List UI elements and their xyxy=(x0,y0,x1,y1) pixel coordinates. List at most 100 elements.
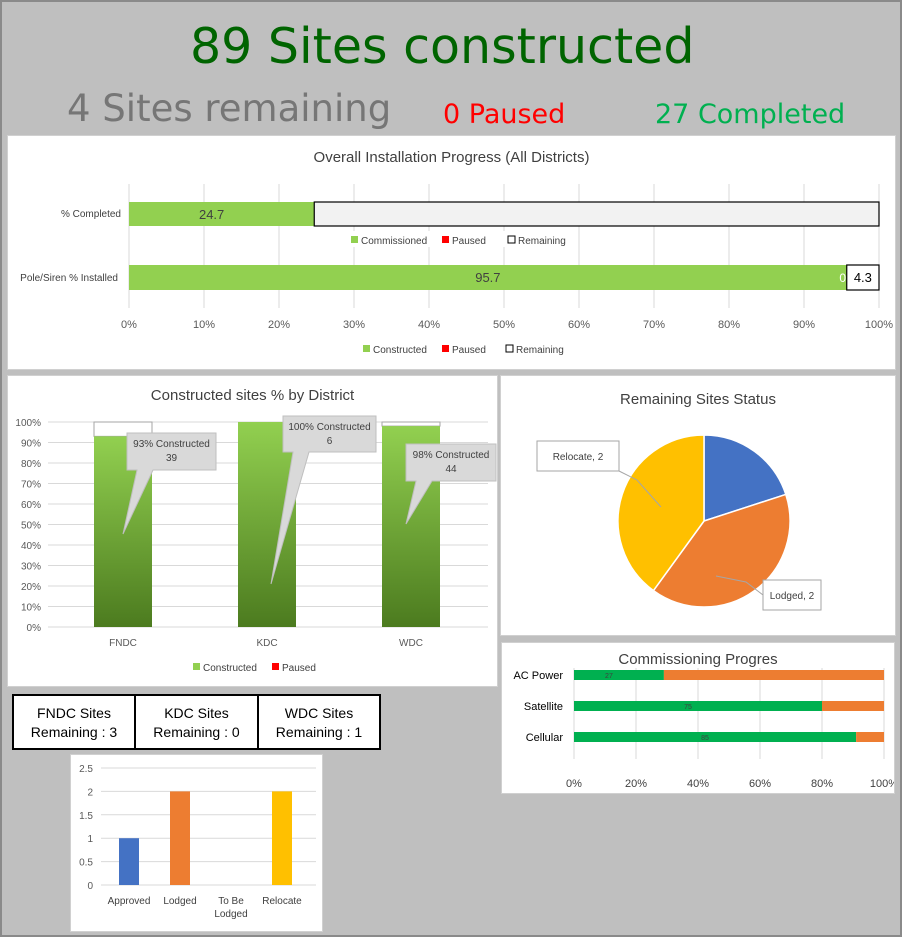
district-chart-title: Constructed sites % by District xyxy=(151,387,355,404)
remaining-status-panel: Remaining Sites Status Relocate, 2 Lodged,… xyxy=(500,375,896,636)
district-y-tick: 20% xyxy=(21,582,41,593)
district-y-tick: 70% xyxy=(21,480,41,491)
remaining-status-pie: Remaining Sites Status Relocate, 2 Lodged,… xyxy=(536,391,822,611)
installed-row-label: Pole/Siren % Installed xyxy=(20,273,118,284)
overall-chart-title: Overall Installation Progress (All Distr… xyxy=(314,149,590,166)
fndc-remaining: Remaining : 3 xyxy=(30,724,118,740)
district-callout-count: 44 xyxy=(445,464,457,475)
district-legend-paused-swatch xyxy=(272,663,279,670)
district-callout-label: 100% Constructed xyxy=(288,422,370,433)
overall-x-tick: 80% xyxy=(718,319,740,331)
overall-x-tick: 0% xyxy=(121,319,137,331)
constructed-label: 95.7 xyxy=(475,270,500,285)
district-remaining-outline xyxy=(381,421,441,427)
commissioning-remaining-bar xyxy=(663,670,884,680)
commissioning-remaining-bar xyxy=(856,732,884,742)
legend-commissioned-label: Commissioned xyxy=(361,236,427,247)
fndc-label: FNDC Sites xyxy=(37,705,111,721)
sites-remaining-heading: 4 Sites remaining xyxy=(67,87,392,130)
status-x-label: To Be xyxy=(218,896,244,907)
district-y-tick: 40% xyxy=(21,541,41,552)
district-legend-constructed-swatch xyxy=(193,663,200,670)
district-legend-constructed-label: Constructed xyxy=(203,663,257,674)
district-x-label: KDC xyxy=(256,638,277,649)
legend2-paused-swatch xyxy=(442,345,449,352)
district-y-tick: 50% xyxy=(21,521,41,532)
status-bar-approved xyxy=(119,838,139,885)
legend2-constructed-swatch xyxy=(363,345,370,352)
overall-x-tick: 30% xyxy=(343,319,365,331)
commissioning-x-tick: 80% xyxy=(811,778,833,790)
district-y-tick: 10% xyxy=(21,603,41,614)
commissioning-done-bar xyxy=(574,670,664,680)
legend2-paused-label: Paused xyxy=(452,345,486,356)
status-y-tick: 1 xyxy=(87,834,93,845)
status-bar-chart: 0 0.5 1 1.5 2 2.5 Approved Lodged To Be Lodged Rel… xyxy=(79,764,316,920)
status-x-label: Lodged xyxy=(163,896,196,907)
status-bar-panel: 0 0.5 1 1.5 2 2.5 Approved Lodged To Be Lodged Rel… xyxy=(70,754,323,932)
overall-x-tick: 40% xyxy=(418,319,440,331)
district-y-tick: 30% xyxy=(21,562,41,573)
legend-paused-swatch xyxy=(442,236,449,243)
commissioning-data-label: 27 xyxy=(605,673,613,680)
legend2-remaining-label: Remaining xyxy=(516,345,564,356)
district-callout-count: 39 xyxy=(166,453,178,464)
lodged-callout-label: Lodged, 2 xyxy=(770,591,815,602)
wdc-remaining-box: WDC Sites Remaining : 1 xyxy=(257,694,381,750)
kdc-label: KDC Sites xyxy=(164,705,229,721)
status-y-tick: 2 xyxy=(87,787,93,798)
legend-remaining-label: Remaining xyxy=(518,236,566,247)
commissioning-x-tick: 100% xyxy=(870,778,894,790)
kdc-remaining-box: KDC Sites Remaining : 0 xyxy=(134,694,259,750)
commissioning-done-bar xyxy=(574,701,822,711)
commissioning-data-label: 85 xyxy=(701,735,709,742)
completed-row-label: % Completed xyxy=(61,209,121,220)
fndc-remaining-box: FNDC Sites Remaining : 3 xyxy=(12,694,136,750)
commissioning-panel: Commissioning Progres 0% 20% 40% 60% 80% 100% 2… xyxy=(501,642,898,794)
wdc-label: WDC Sites xyxy=(284,705,354,721)
commissioning-x-tick: 60% xyxy=(749,778,771,790)
installed-remaining-label: 4.3 xyxy=(854,270,872,285)
commissioning-data-label: 75 xyxy=(684,704,692,711)
legend2-constructed-label: Constructed xyxy=(373,345,427,356)
kdc-remaining: Remaining : 0 xyxy=(153,724,240,740)
commissioning-x-tick: 20% xyxy=(625,778,647,790)
status-x-label: Relocate xyxy=(262,896,302,907)
legend-paused-label: Paused xyxy=(452,236,486,247)
commissioning-done-bar xyxy=(574,732,857,742)
overall-x-tick: 70% xyxy=(643,319,665,331)
paused-zero-label: 0 xyxy=(839,271,846,285)
wdc-remaining: Remaining : 1 xyxy=(275,724,363,740)
overall-x-tick: 10% xyxy=(193,319,215,331)
paused-count: 0 Paused xyxy=(443,99,566,130)
legend-commissioned-swatch xyxy=(351,236,358,243)
completed-remaining-bar xyxy=(313,201,880,227)
district-legend-paused-label: Paused xyxy=(282,663,316,674)
district-y-tick: 60% xyxy=(21,500,41,511)
district-y-tick: 0% xyxy=(27,623,42,634)
status-y-tick: 1.5 xyxy=(79,811,93,822)
legend2-remaining-swatch xyxy=(505,344,514,353)
completed-count: 27 Completed xyxy=(655,99,846,130)
commissioning-row-label: Cellular xyxy=(526,732,564,744)
sites-constructed-heading: 89 Sites constructed xyxy=(190,18,695,75)
overall-x-tick: 60% xyxy=(568,319,590,331)
district-panel: Constructed sites % by District 0% 10% 20% 3… xyxy=(7,375,498,687)
commissioning-chart-title: Commissioning Progres xyxy=(618,651,777,668)
overall-progress-chart: Overall Installation Progress (All Distr… xyxy=(20,149,893,356)
commissioning-x-tick: 40% xyxy=(687,778,709,790)
status-bar-relocate xyxy=(272,791,292,885)
overall-x-tick: 90% xyxy=(793,319,815,331)
overall-x-tick: 20% xyxy=(268,319,290,331)
overall-x-tick: 50% xyxy=(493,319,515,331)
district-x-label: FNDC xyxy=(109,638,137,649)
commissioning-chart: Commissioning Progres 0% 20% 40% 60% 80% 100% 2… xyxy=(513,651,898,790)
district-y-tick: 80% xyxy=(21,459,41,470)
commissioned-label: 24.7 xyxy=(199,207,224,222)
commissioning-remaining-bar xyxy=(822,701,884,711)
status-y-tick: 0.5 xyxy=(79,858,93,869)
commissioning-x-tick: 0% xyxy=(566,778,582,790)
status-y-tick: 0 xyxy=(87,881,93,892)
district-callout-label: 98% Constructed xyxy=(413,450,490,461)
relocate-callout-label: Relocate, 2 xyxy=(553,452,604,463)
